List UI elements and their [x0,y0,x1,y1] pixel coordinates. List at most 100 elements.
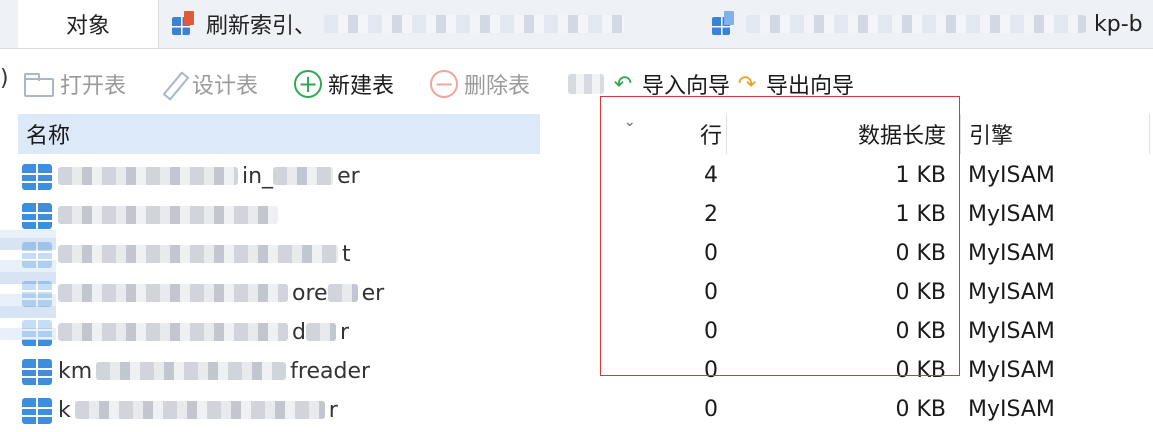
table-name-visible: km [58,358,93,384]
navicat-objects-panel: 对象 刷新索引、 kp-b ) 打开表 设计表 + 新建表 − 删除表 ↶ 导入… [0,0,1153,432]
table-row[interactable]: k r 0 0 KB MyISAM [0,390,1153,429]
table-name-suffix: r [328,397,338,423]
row-count: 0 [704,358,718,383]
table-icon [22,398,52,424]
table-name-suffix: er [361,280,385,306]
tab-objects-label: 对象 [65,14,110,39]
data-length: 0 KB [895,241,946,266]
delete-table-label: 删除表 [464,74,531,99]
engine: MyISAM [968,397,1055,422]
data-length: 1 KB [895,202,946,227]
redacted-text [74,401,325,419]
column-header-rows[interactable]: 行 [600,114,727,154]
data-length: 0 KB [895,358,946,383]
table-name-visible: in_ [242,163,274,189]
import-wizard-label: 导入向导 [642,74,731,99]
data-length: 0 KB [895,319,946,344]
engine: MyISAM [968,358,1055,383]
row-count: 2 [704,202,718,227]
import-wizard-button[interactable]: ↶ 导入向导 [568,66,730,102]
table-icon [22,203,52,229]
table-edit-icon [172,11,198,37]
column-header-rows-label: 行 [699,124,722,149]
row-count: 4 [704,163,718,188]
pixelated-region [0,230,56,340]
redacted-text [568,74,604,94]
row-count: 0 [704,319,718,344]
redacted-text [58,167,238,185]
plus-circle-icon: + [294,70,322,98]
column-header-data-length[interactable]: 数据长度 [728,114,954,154]
delete-table-button[interactable]: − 删除表 [430,66,530,102]
design-table-label: 设计表 [192,74,259,99]
table-name-suffix: r [339,319,350,345]
redacted-text [327,284,358,302]
table-row[interactable]: d r 0 0 KB MyISAM [0,312,1153,351]
tab-objects[interactable]: 对象 [18,0,159,48]
export-wizard-button[interactable]: ↷ 导出向导 [734,66,854,102]
tab-refresh-index[interactable]: 刷新索引、 [172,0,692,48]
open-table-button[interactable]: 打开表 [24,66,126,102]
toolbar: 打开表 设计表 + 新建表 − 删除表 ↶ 导入向导 ↷ 导出向导 [0,52,1153,114]
redacted-text [324,15,625,33]
redacted-text [273,167,334,185]
table-icon [22,359,52,385]
new-table-label: 新建表 [328,74,395,99]
table-name-suffix: er [337,163,360,189]
open-table-label: 打开表 [60,74,127,99]
column-header-name[interactable]: 名称 [18,114,540,154]
table-name: d r [58,318,398,346]
table-name: in_ er [58,162,398,190]
engine: MyISAM [968,163,1055,188]
table-name: km freader [58,357,398,385]
column-header-row: 名称 ⌄ 行 数据长度 引擎 [0,114,1153,154]
table-name-suffix: freader [290,358,371,384]
design-table-button[interactable]: 设计表 [160,66,258,102]
table-name [58,201,398,229]
redacted-text [96,362,287,380]
table-name: k r [58,396,398,424]
table-name-visible: ore [292,280,328,306]
table-row[interactable]: km freader 0 0 KB MyISAM [0,351,1153,390]
redacted-text [58,206,278,224]
table-list: in_ er 4 1 KB MyISAM 2 1 KB MyISAM t 0 0… [0,156,1153,429]
row-count: 0 [704,280,718,305]
engine: MyISAM [968,280,1055,305]
redacted-text [746,15,1086,33]
redacted-text [58,323,288,341]
table-name-visible: d [292,319,306,345]
new-table-button[interactable]: + 新建表 [294,66,394,102]
table-name: t [58,240,398,268]
column-header-name-label: 名称 [26,124,71,149]
table-row[interactable]: t 0 0 KB MyISAM [0,234,1153,273]
data-length: 0 KB [895,280,946,305]
table-row[interactable]: in_ er 4 1 KB MyISAM [0,156,1153,195]
tab-kp-label: kp-b [1094,11,1143,37]
export-wizard-label: 导出向导 [766,74,855,99]
column-header-data-length-label: 数据长度 [857,124,946,149]
engine: MyISAM [968,319,1055,344]
minus-circle-icon: − [430,70,458,98]
table-icon [22,164,52,190]
table-doc-icon [712,11,738,37]
import-arrow-icon: ↶ [613,71,633,97]
table-name-suffix: t [342,241,351,267]
pencil-icon [160,71,186,97]
tab-strip: 对象 刷新索引、 kp-b [0,0,1153,49]
column-header-engine[interactable]: 引擎 [960,114,1150,154]
tab-kp[interactable]: kp-b [712,0,1153,48]
data-length: 0 KB [895,397,946,422]
table-row[interactable]: ore er 0 0 KB MyISAM [0,273,1153,312]
table-name-visible: k [58,397,71,423]
redacted-text [58,245,338,263]
folder-open-icon [24,73,54,97]
row-count: 0 [704,241,718,266]
column-header-engine-label: 引擎 [969,124,1014,149]
engine: MyISAM [968,241,1055,266]
redacted-text [305,323,336,341]
table-row[interactable]: 2 1 KB MyISAM [0,195,1153,234]
row-count: 0 [704,397,718,422]
redacted-text [58,284,288,302]
tab-refresh-index-label: 刷新索引、 [206,14,317,39]
data-length: 1 KB [895,163,946,188]
